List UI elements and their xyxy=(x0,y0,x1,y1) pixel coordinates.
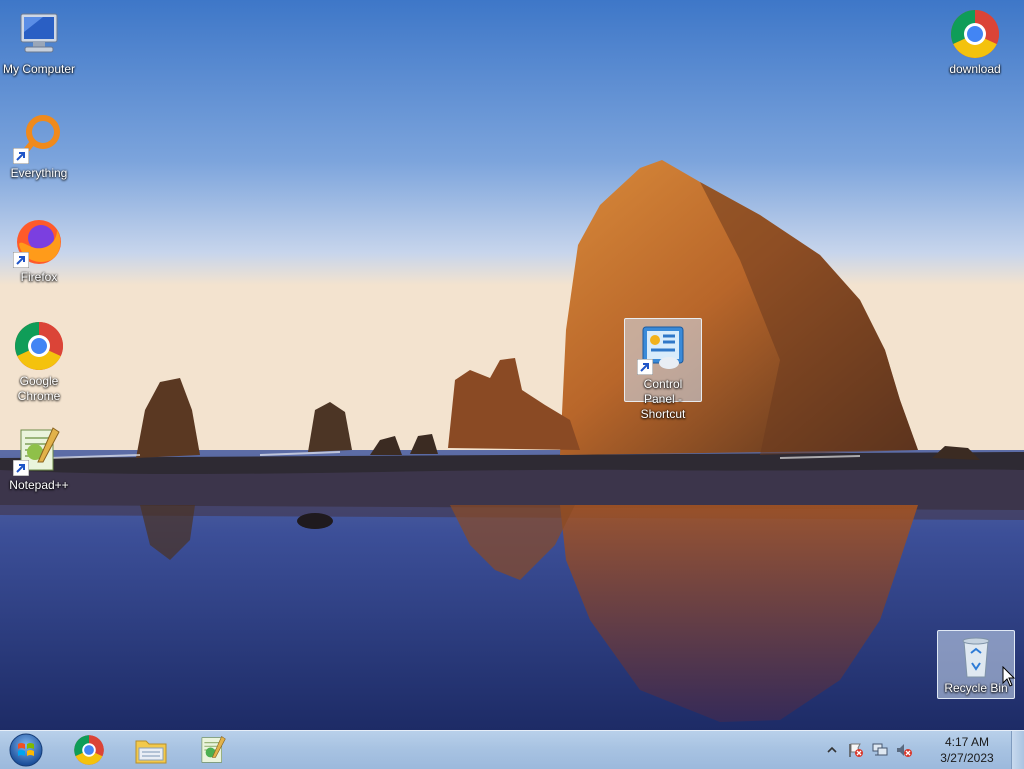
show-hidden-icons-chevron[interactable] xyxy=(824,742,840,758)
volume-muted-icon[interactable] xyxy=(896,742,912,758)
icon-label: My Computer xyxy=(2,62,76,76)
taskbar-chrome-button[interactable] xyxy=(62,732,116,768)
notepadpp-icon xyxy=(13,424,65,476)
icon-label: Everything xyxy=(10,166,68,180)
taskbar-clock[interactable]: 4:17 AM 3/27/2023 xyxy=(934,734,1000,766)
shortcut-arrow-icon xyxy=(13,252,29,268)
desktop-icon-download[interactable]: download xyxy=(936,4,1014,77)
shortcut-arrow-icon xyxy=(13,460,29,476)
taskbar: 4:17 AM 3/27/2023 xyxy=(0,730,1024,769)
desktop-icon-everything[interactable]: Everything xyxy=(0,108,78,181)
shortcut-arrow-icon xyxy=(637,359,653,375)
desktop-icon-notepadpp[interactable]: Notepad++ xyxy=(0,420,78,493)
recycle-bin-icon xyxy=(950,635,1002,679)
chrome-icon xyxy=(74,735,104,765)
desktop[interactable]: My Computer Everything Firefox Google Ch… xyxy=(0,0,1024,730)
desktop-icon-firefox[interactable]: Firefox xyxy=(0,212,78,285)
show-desktop-button[interactable] xyxy=(1011,731,1024,769)
clock-time: 4:17 AM xyxy=(944,735,990,749)
desktop-icon-control-panel[interactable]: Control Panel - Shortcut xyxy=(624,318,702,421)
computer-icon xyxy=(13,8,65,60)
clock-date: 3/27/2023 xyxy=(940,751,994,765)
desktop-icon-my-computer[interactable]: My Computer xyxy=(0,4,78,77)
everything-search-icon xyxy=(13,112,65,164)
shortcut-arrow-icon xyxy=(13,148,29,164)
desktop-icon-google-chrome[interactable]: Google Chrome xyxy=(0,316,78,404)
desktop-icon-recycle-bin[interactable]: Recycle Bin xyxy=(937,630,1015,699)
mouse-cursor-icon xyxy=(1002,666,1016,687)
firefox-icon xyxy=(13,216,65,268)
icon-label: Control Panel - Shortcut xyxy=(640,377,686,421)
network-icon[interactable] xyxy=(872,742,888,758)
start-button[interactable] xyxy=(4,731,48,769)
icon-label: download xyxy=(949,62,1001,76)
windows-start-orb-icon xyxy=(9,733,43,767)
chrome-icon xyxy=(13,320,65,372)
file-explorer-icon xyxy=(135,740,167,764)
icon-label: Notepad++ xyxy=(9,478,69,492)
taskbar-notepadpp-button[interactable] xyxy=(186,732,240,768)
chrome-icon xyxy=(949,8,1001,60)
notepadpp-icon xyxy=(201,736,226,763)
control-panel-icon xyxy=(637,323,689,375)
taskbar-file-explorer-button[interactable] xyxy=(124,732,178,768)
icon-label: Google Chrome xyxy=(17,374,61,403)
wallpaper xyxy=(0,0,1024,730)
icon-label: Firefox xyxy=(20,270,58,284)
action-center-flag-icon[interactable] xyxy=(848,742,864,758)
